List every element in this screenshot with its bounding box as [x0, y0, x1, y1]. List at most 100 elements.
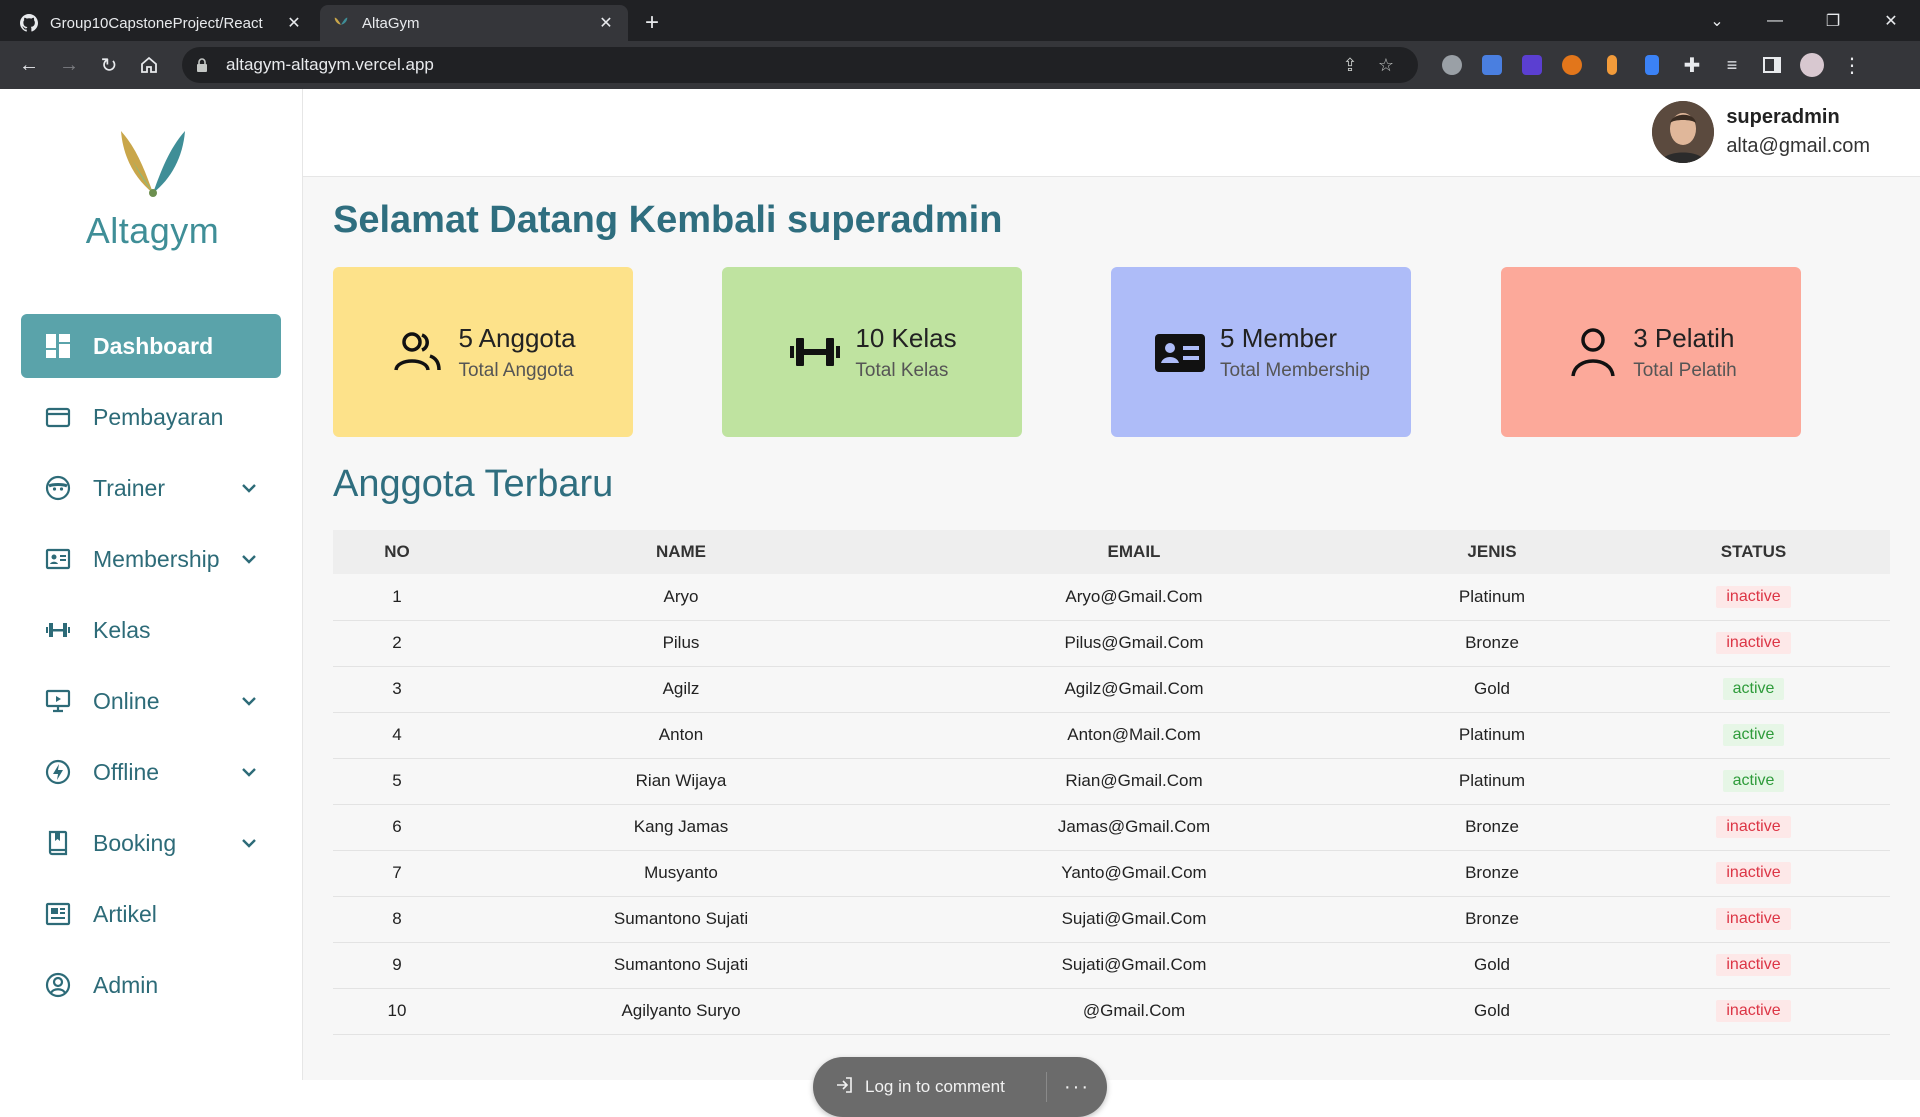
face-icon	[43, 473, 73, 503]
cell-email: Aryo@Gmail.Com	[901, 574, 1367, 621]
restore-icon[interactable]: ❐	[1804, 0, 1862, 41]
table-row[interactable]: 8 Sumantono Sujati Sujati@Gmail.Com Bronze i…	[333, 896, 1890, 943]
sidebar-item-label: Online	[93, 687, 160, 714]
cell-status: inactive	[1617, 942, 1890, 989]
sidebar-item-label: Trainer	[93, 474, 165, 501]
table-row[interactable]: 10 Agilyanto Suryo @Gmail.Com Gold inactive	[333, 988, 1890, 1035]
chevron-down-icon[interactable]	[239, 691, 259, 711]
cell-name: Sumantono Sujati	[461, 896, 901, 943]
more-vert-icon[interactable]: ⋮	[1832, 47, 1872, 83]
table-row[interactable]: 7 Musyanto Yanto@Gmail.Com Bronze inactive	[333, 850, 1890, 897]
page-title: Selamat Datang Kembali superadmin	[333, 199, 1003, 241]
chevron-down-icon[interactable]	[239, 762, 259, 782]
reading-list-icon[interactable]: ≡	[1712, 47, 1752, 83]
cell-status: inactive	[1617, 804, 1890, 851]
column-header[interactable]: JENIS	[1367, 530, 1617, 574]
tab-search-icon[interactable]: ⌄	[1688, 0, 1746, 41]
sidebar-item-label: Artikel	[93, 900, 157, 927]
puzzle-icon[interactable]: ✚	[1672, 47, 1712, 83]
more-options-button[interactable]: ···	[1047, 1076, 1107, 1099]
table-row[interactable]: 5 Rian Wijaya Rian@Gmail.Com Platinum active	[333, 758, 1890, 805]
bolt-icon	[43, 757, 73, 787]
cell-no: 7	[333, 850, 461, 897]
sidebar-item-membership[interactable]: Membership	[21, 527, 281, 591]
github-icon	[20, 14, 38, 32]
logo[interactable]: Altagym	[70, 127, 235, 252]
back-icon[interactable]: ←	[10, 46, 48, 84]
stat-card-member[interactable]: 5 Member Total Membership	[1111, 267, 1411, 437]
members-table: NO NAME EMAIL JENIS STATUS 1 Aryo Aryo@Gma…	[333, 530, 1890, 1035]
side-panel-icon[interactable]	[1752, 47, 1792, 83]
chevron-down-icon[interactable]	[239, 478, 259, 498]
table-row[interactable]: 4 Anton Anton@Mail.Com Platinum active	[333, 712, 1890, 759]
table-row[interactable]: 9 Sumantono Sujati Sujati@Gmail.Com Gold ina…	[333, 942, 1890, 989]
id-card-icon	[1152, 324, 1208, 380]
avatar[interactable]	[1652, 101, 1715, 163]
app-root: Altagym Dashboard Pembayaran Trainer Mem…	[0, 89, 1920, 1117]
sidebar-item-offline[interactable]: Offline	[21, 740, 281, 804]
address-bar[interactable]: altagym-altagym.vercel.app ⇪ ☆	[182, 47, 1418, 83]
sidebar-item-trainer[interactable]: Trainer	[21, 456, 281, 520]
chevron-down-icon[interactable]	[239, 833, 259, 853]
cell-jenis: Bronze	[1367, 850, 1617, 897]
dashboard-icon	[43, 331, 73, 361]
share-icon[interactable]: ⇪	[1332, 55, 1368, 76]
user-profile[interactable]: superadmin alta@gmail.com	[1652, 101, 1870, 163]
cell-email: Yanto@Gmail.Com	[901, 850, 1367, 897]
lock-icon	[196, 57, 214, 73]
chevron-down-icon[interactable]	[239, 549, 259, 569]
sidebar-item-dashboard[interactable]: Dashboard	[21, 314, 281, 378]
column-header[interactable]: EMAIL	[901, 530, 1367, 574]
table-row[interactable]: 3 Agilz Agilz@Gmail.Com Gold active	[333, 666, 1890, 713]
table-row[interactable]: 2 Pilus Pilus@Gmail.Com Bronze inactive	[333, 620, 1890, 667]
bookmark-star-icon[interactable]: ☆	[1368, 55, 1404, 76]
cell-name: Rian Wijaya	[461, 758, 901, 805]
cell-no: 6	[333, 804, 461, 851]
stat-value: 10 Kelas	[855, 322, 957, 353]
close-icon[interactable]: ✕	[284, 13, 304, 33]
minimize-icon[interactable]: —	[1746, 0, 1804, 41]
table-header-row: NO NAME EMAIL JENIS STATUS	[333, 530, 1890, 574]
extension-icon[interactable]	[1512, 47, 1552, 83]
table-row[interactable]: 6 Kang Jamas Jamas@Gmail.Com Bronze inactive	[333, 804, 1890, 851]
section-title: Anggota Terbaru	[333, 463, 614, 505]
sidebar-item-kelas[interactable]: Kelas	[21, 598, 281, 662]
sidebar-item-label: Offline	[93, 758, 160, 785]
close-icon[interactable]: ✕	[596, 13, 616, 33]
tab-github[interactable]: Group10CapstoneProject/React ✕	[8, 5, 316, 41]
sidebar-item-booking[interactable]: Booking	[21, 811, 281, 875]
stat-label: Total Membership	[1220, 359, 1370, 381]
cell-jenis: Platinum	[1367, 712, 1617, 759]
cell-no: 3	[333, 666, 461, 713]
cell-name: Aryo	[461, 574, 901, 621]
extension-icon[interactable]	[1592, 47, 1632, 83]
translate-icon[interactable]	[1472, 47, 1512, 83]
home-icon[interactable]	[130, 46, 168, 84]
stat-card-kelas[interactable]: 10 Kelas Total Kelas	[722, 267, 1022, 437]
cell-no: 8	[333, 896, 461, 943]
extension-icon[interactable]	[1632, 47, 1672, 83]
cell-no: 2	[333, 620, 461, 667]
column-header[interactable]: STATUS	[1617, 530, 1890, 574]
column-header[interactable]: NO	[333, 530, 461, 574]
forward-icon[interactable]: →	[50, 46, 88, 84]
profile-avatar-icon[interactable]	[1792, 47, 1832, 83]
metamask-icon[interactable]	[1552, 47, 1592, 83]
cell-status: inactive	[1617, 574, 1890, 621]
column-header[interactable]: NAME	[461, 530, 901, 574]
reload-icon[interactable]: ↻	[90, 46, 128, 84]
close-window-icon[interactable]: ✕	[1862, 0, 1920, 41]
stat-card-anggota[interactable]: 5 Anggota Total Anggota	[333, 267, 633, 437]
sidebar-item-online[interactable]: Online	[21, 669, 281, 733]
sidebar-item-pembayaran[interactable]: Pembayaran	[21, 385, 281, 449]
extension-icon[interactable]	[1432, 47, 1472, 83]
tab-altagym[interactable]: AltaGym ✕	[320, 5, 628, 41]
table-row[interactable]: 1 Aryo Aryo@Gmail.Com Platinum inactive	[333, 574, 1890, 621]
login-to-comment-button[interactable]: Log in to comment	[865, 1077, 1046, 1097]
cell-no: 1	[333, 574, 461, 621]
new-tab-button[interactable]: +	[634, 5, 670, 41]
stat-card-pelatih[interactable]: 3 Pelatih Total Pelatih	[1501, 267, 1801, 437]
sidebar-item-admin[interactable]: Admin	[21, 953, 281, 1017]
sidebar-item-artikel[interactable]: Artikel	[21, 882, 281, 946]
comment-pill: Log in to comment ···	[813, 1057, 1107, 1117]
